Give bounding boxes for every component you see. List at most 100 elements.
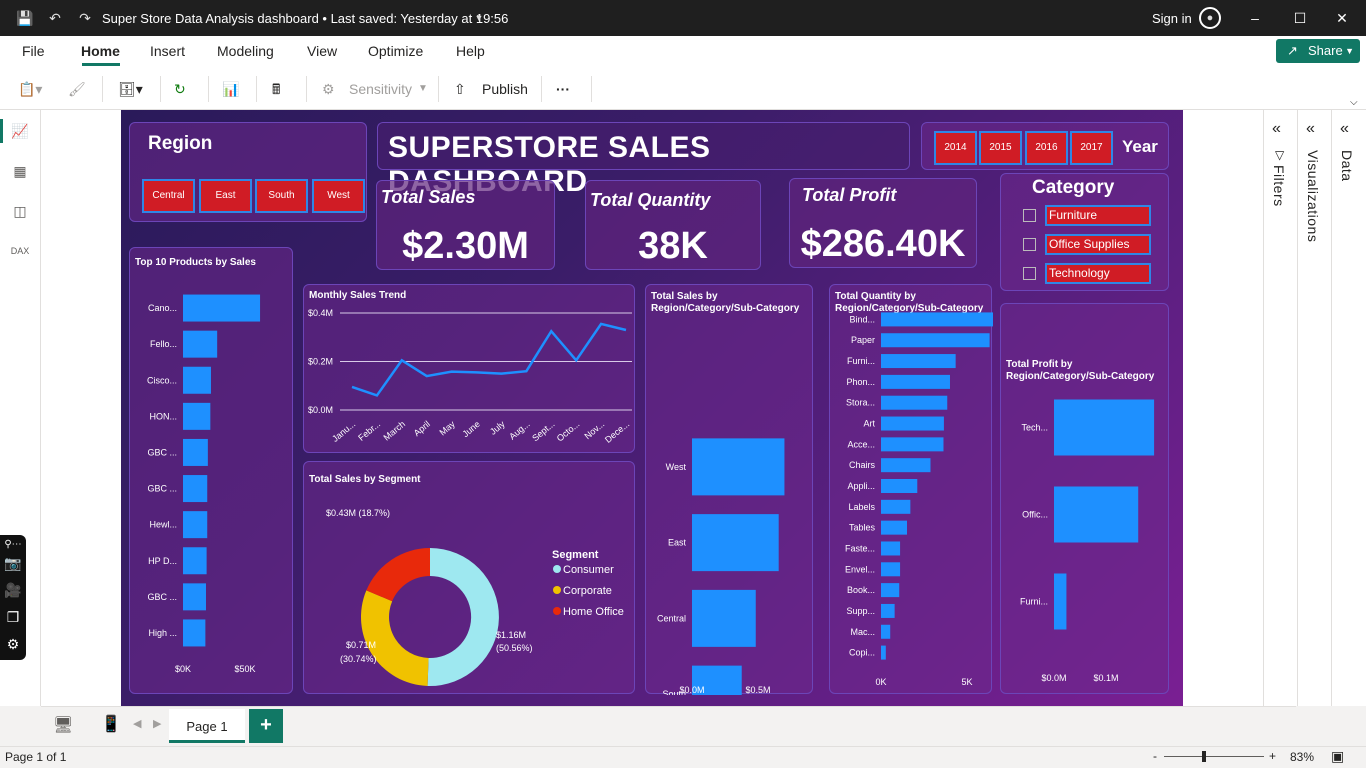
tab-file[interactable]: File <box>22 43 45 59</box>
tick-label: 0K <box>875 677 886 687</box>
refresh-icon[interactable]: ↻ <box>174 78 186 100</box>
chart-sales-by-region[interactable]: Total Sales by Region/Category/Sub-Categ… <box>645 284 813 695</box>
account-icon[interactable]: ● <box>1199 7 1221 29</box>
capture-toolbar: ⚲⋯ 📷 🎥 ❐ ⚙ <box>0 535 26 660</box>
new-visual-icon[interactable]: 📊 <box>222 78 239 100</box>
data-pane[interactable]: « Data <box>1332 110 1366 706</box>
more-options-button[interactable]: ··· <box>556 78 570 100</box>
tab-insert[interactable]: Insert <box>150 43 185 59</box>
close-button[interactable]: ✕ <box>1327 8 1357 28</box>
sensitivity-button: Sensitivity <box>349 81 413 97</box>
tab-modeling[interactable]: Modeling <box>217 43 274 59</box>
bar <box>183 438 208 466</box>
side-panes: « ▽ Filters « Visualizations « Data <box>1263 110 1366 706</box>
paste-icon[interactable]: 📋▾ <box>18 78 42 100</box>
format-painter-icon[interactable]: 🖌 <box>68 78 86 100</box>
share-button[interactable]: ↗ Share ▼ <box>1276 39 1360 63</box>
minimize-button[interactable]: – <box>1240 8 1270 28</box>
tab-optimize[interactable]: Optimize <box>368 43 423 59</box>
checkbox[interactable] <box>1023 209 1036 222</box>
category-label: GBC ... <box>147 447 177 457</box>
tick-label: $0.1M <box>1093 673 1118 683</box>
checkbox[interactable] <box>1023 267 1036 280</box>
save-icon[interactable]: 💾 <box>16 9 34 27</box>
chevrons-left-icon[interactable]: « <box>1306 120 1315 138</box>
model-view-icon[interactable]: ◫ <box>9 200 31 222</box>
dax-query-view-icon[interactable]: DAX <box>9 240 31 262</box>
camera-icon[interactable]: 📷 <box>3 553 23 573</box>
pin-icon[interactable]: ⚲⋯ <box>3 535 23 555</box>
redo-icon[interactable]: ↷ <box>76 9 94 27</box>
page-tab[interactable]: Page 1 <box>169 709 245 743</box>
sensitivity-icon: ⚙ <box>322 81 335 97</box>
table-view-icon[interactable]: ▦ <box>9 160 31 182</box>
donut-slice <box>427 548 499 686</box>
visualizations-pane[interactable]: « Visualizations <box>1298 110 1332 706</box>
previous-page-icon[interactable]: ◀ <box>133 717 141 730</box>
bar <box>881 541 901 556</box>
tab-home[interactable]: Home <box>81 43 120 59</box>
title-dropdown-icon[interactable]: ▼ <box>470 9 488 27</box>
next-page-icon[interactable]: ▶ <box>153 717 161 730</box>
chart-top-products[interactable]: Top 10 Products by Sales Cano... Fello...… <box>129 247 293 694</box>
maximize-button[interactable]: ☐ <box>1285 8 1315 28</box>
year-slicer-title: Year <box>1122 137 1158 156</box>
bar <box>1054 573 1067 630</box>
region-option-south[interactable]: South <box>255 179 308 213</box>
publish-icon[interactable]: ⇧ <box>454 78 466 100</box>
sign-in-link[interactable]: Sign in <box>1152 11 1192 26</box>
video-icon[interactable]: 🎥 <box>3 580 23 600</box>
chart-quantity-by-subcategory[interactable]: Total Quantity by Region/Category/Sub-Ca… <box>829 284 993 694</box>
report-view-icon[interactable]: 📈 <box>9 120 31 142</box>
add-page-button[interactable]: + <box>249 709 283 743</box>
bar <box>881 312 993 327</box>
category-label: Central <box>657 613 686 623</box>
windows-icon[interactable]: ❐ <box>3 607 23 627</box>
zoom-slider[interactable] <box>1164 756 1264 757</box>
tick-label: 5K <box>961 677 972 687</box>
tick-label: $50K <box>234 664 255 674</box>
desktop-layout-icon[interactable]: 🖥 <box>53 715 73 735</box>
zoom-slider-thumb[interactable] <box>1202 751 1206 762</box>
year-option-2016[interactable]: 2016 <box>1025 131 1068 165</box>
bar <box>881 333 990 348</box>
filters-pane[interactable]: « ▽ Filters <box>1264 110 1298 706</box>
fit-to-page-icon[interactable]: ▣ <box>1331 748 1344 765</box>
chart-sales-by-segment[interactable]: Total Sales by Segment $1.16M (50.56%) $0.… <box>303 461 635 694</box>
chart-monthly-trend[interactable]: Monthly Sales Trend $0.0M $0.2M $0.4M Janu.… <box>303 284 635 453</box>
donut-slice <box>361 590 429 686</box>
undo-icon[interactable]: ↶ <box>46 9 64 27</box>
ribbon-toolbar: 📋▾ 🖌 🗄▾ ↻ 📊 🖩 ⚙ Sensitivity ▼ ⇧ Publish … <box>0 68 1366 110</box>
year-option-2014[interactable]: 2014 <box>934 131 977 165</box>
category-option-label: Technology <box>1045 263 1151 284</box>
get-data-icon[interactable]: 🗄▾ <box>118 78 143 100</box>
chevrons-left-icon[interactable]: « <box>1272 120 1281 138</box>
settings-icon[interactable]: ⚙ <box>3 634 23 654</box>
chart-profit-by-category[interactable]: Total Profit by Region/Category/Sub-Cate… <box>1000 303 1169 694</box>
bar <box>183 402 211 430</box>
region-option-west[interactable]: West <box>312 179 365 213</box>
publish-button[interactable]: Publish <box>482 78 528 100</box>
category-label: Tech... <box>1021 423 1048 433</box>
chevrons-left-icon[interactable]: « <box>1340 120 1349 138</box>
data-label: (50.56%) <box>496 643 533 653</box>
region-option-east[interactable]: East <box>199 179 252 213</box>
chevron-down-icon: ▼ <box>418 83 428 94</box>
tab-help[interactable]: Help <box>456 43 485 59</box>
year-option-2017[interactable]: 2017 <box>1070 131 1113 165</box>
calculator-icon[interactable]: 🖩 <box>272 78 280 100</box>
mobile-layout-icon[interactable]: 📱 <box>101 714 121 734</box>
category-label: Labels <box>848 502 875 512</box>
region-option-central[interactable]: Central <box>142 179 195 213</box>
category-option-label: Office Supplies <box>1045 234 1151 255</box>
zoom-in-button[interactable]: + <box>1269 749 1276 763</box>
x-tick-label: Janu... <box>330 419 357 444</box>
dashboard-page: Region Central East South West SUPERSTOR… <box>121 110 1183 706</box>
checkbox[interactable] <box>1023 238 1036 251</box>
zoom-out-button[interactable]: - <box>1153 749 1157 763</box>
category-label: East <box>668 538 687 548</box>
year-option-2015[interactable]: 2015 <box>979 131 1022 165</box>
legend-marker <box>553 565 561 573</box>
category-label: Furni... <box>847 356 875 366</box>
tab-view[interactable]: View <box>307 43 337 59</box>
